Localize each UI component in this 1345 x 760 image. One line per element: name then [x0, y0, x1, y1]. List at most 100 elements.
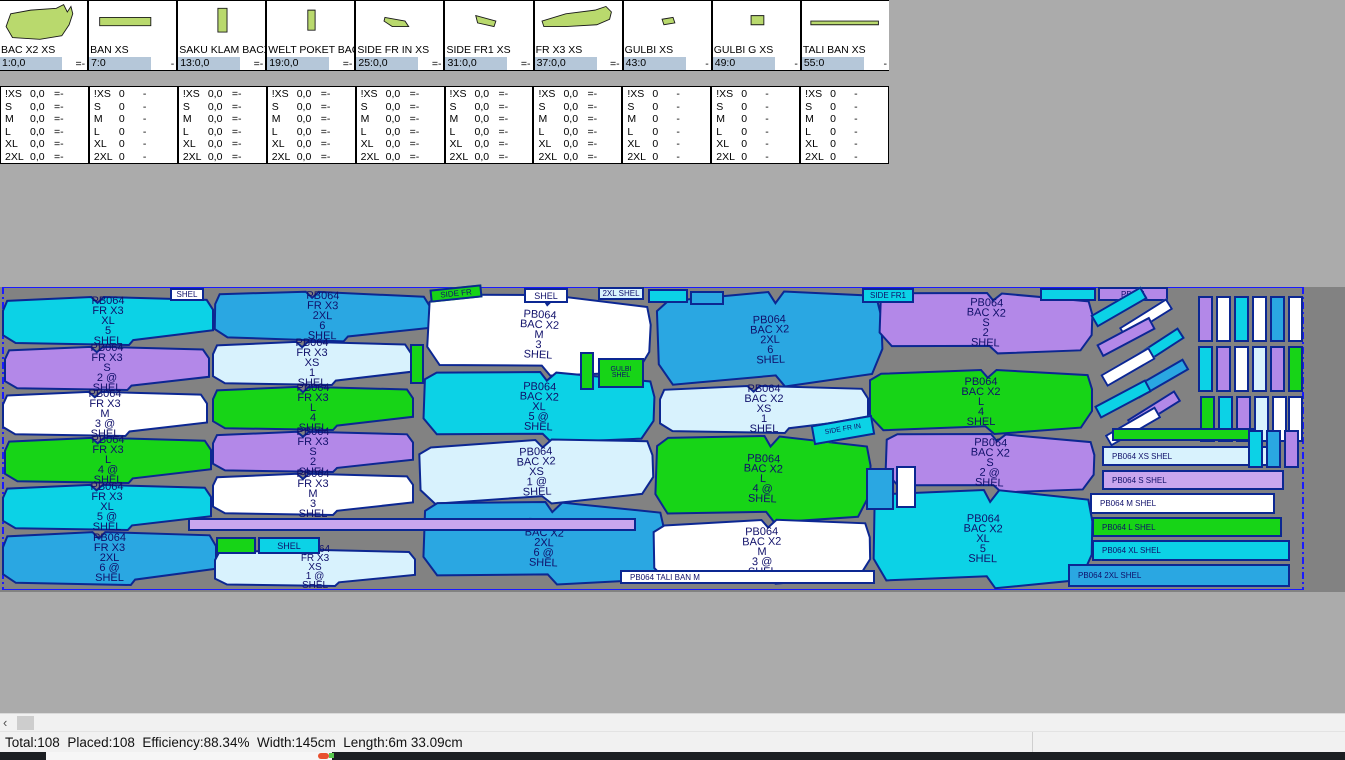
marker-piece[interactable]: PB064BAC X2L4 @SHEL	[655, 432, 872, 525]
marker-piece[interactable]	[896, 466, 916, 508]
horizontal-scrollbar[interactable]: ‹	[0, 713, 1345, 731]
marker-piece[interactable]: PB064FR X3L4 @SHEL	[5, 437, 211, 483]
size-table-cell[interactable]: !XS0,0=-S0,0=-M0,0=-L0,0=-XL0,0=-2XL0,0=…	[534, 87, 621, 163]
piece-name-label: SIDE FR IN XS	[357, 44, 444, 56]
marker-piece[interactable]: PB064FR X3M3SHEL	[213, 473, 413, 515]
piece-count-value[interactable]: 31:0,0	[445, 57, 507, 70]
marker-piece[interactable]: PB064 M SHEL	[1090, 493, 1275, 514]
marker-piece[interactable]: PB064 S SHEL	[1102, 470, 1284, 490]
marker-piece[interactable]: PB064FR X3XS1 @SHEL	[215, 549, 415, 586]
marker-piece[interactable]: PB064FR X3XL5 @SHEL	[3, 484, 211, 530]
marker-piece[interactable]: PB064BAC X2L4SHEL	[870, 370, 1092, 434]
marker-piece[interactable]	[1270, 346, 1285, 392]
marker-piece[interactable]	[1040, 288, 1096, 301]
piece-thumbnail-cell[interactable]: SAKU KLAM BACX413:0,0=-	[178, 0, 265, 70]
marker-piece[interactable]: PB064 XL SHEL	[1092, 540, 1290, 561]
marker-piece[interactable]: PB064FR X3XL5SHEL	[3, 296, 213, 345]
piece-thumbnail-cell[interactable]: BAN XS7:0-	[89, 0, 176, 70]
marker-piece[interactable]: 2XL SHEL	[598, 287, 644, 300]
marker-piece[interactable]	[1270, 296, 1285, 342]
marker-piece[interactable]	[1266, 430, 1281, 468]
marker-piece[interactable]: SHEL	[258, 537, 320, 554]
marker-piece[interactable]	[1252, 296, 1267, 342]
piece-thumbnail-cell[interactable]: WELT POKET BAC X19:0,0=-	[267, 0, 354, 70]
piece-count-value[interactable]: 43:0	[624, 57, 686, 70]
piece-count-value[interactable]: 55:0	[802, 57, 864, 70]
scroll-left-arrow-icon[interactable]: ‹	[3, 714, 7, 731]
size-table-cell[interactable]: !XS0-S0-M0-L0-XL0-2XL0-	[712, 87, 799, 163]
marker-piece[interactable]	[1234, 346, 1249, 392]
marker-piece[interactable]	[1248, 430, 1263, 468]
marker-piece[interactable]	[866, 468, 894, 510]
size-quantity-row: 2XL0-	[716, 151, 799, 164]
marker-piece[interactable]: PB064 L SHEL	[1092, 517, 1282, 537]
marker-piece[interactable]: SHEL	[170, 288, 204, 301]
size-table-cell[interactable]: !XS0,0=-S0,0=-M0,0=-L0,0=-XL0,0=-2XL0,0=…	[446, 87, 533, 163]
piece-thumbnail-cell[interactable]: GULBI G XS49:0-	[713, 0, 800, 70]
marker-piece[interactable]: PB064FR X3M3 @SHEL	[3, 391, 207, 436]
piece-thumbnail-cell[interactable]: SIDE FR1 XS31:0,0=-	[445, 0, 532, 70]
marker-piece[interactable]: PB064BAC X2S2 @SHEL	[885, 430, 1095, 495]
marker-piece[interactable]: GULBISHEL	[598, 358, 644, 388]
marker-piece[interactable]	[580, 352, 594, 390]
piece-name-label: FR X3 XS	[536, 44, 623, 56]
piece-count-value[interactable]: 1:0,0	[0, 57, 62, 70]
piece-count-value[interactable]: 37:0,0	[535, 57, 597, 70]
piece-count-row: 55:0-	[802, 57, 889, 70]
piece-thumbnail-cell[interactable]: GULBI XS43:0-	[624, 0, 711, 70]
marker-piece[interactable]	[1198, 346, 1213, 392]
size-quantity-row: !XS0-	[94, 88, 177, 101]
piece-count-value[interactable]: 13:0,0	[178, 57, 240, 70]
taskbar-window-strip[interactable]	[46, 752, 332, 760]
marker-piece[interactable]	[1288, 296, 1303, 342]
size-table-cell[interactable]: !XS0,0=-S0,0=-M0,0=-L0,0=-XL0,0=-2XL0,0=…	[1, 87, 88, 163]
marker-piece[interactable]	[1198, 296, 1213, 342]
marker-piece[interactable]: PB064 TALI BAN M	[620, 570, 875, 584]
marker-piece[interactable]	[1112, 428, 1254, 441]
taskbar[interactable]	[0, 752, 1345, 760]
size-table-cell[interactable]: !XS0-S0-M0-L0-XL0-2XL0-	[90, 87, 177, 163]
marker-piece[interactable]: PB064FR X32XL6 @SHEL	[3, 531, 216, 585]
size-quantity-row: M0,0=-	[272, 113, 355, 126]
marker-piece[interactable]: PB064BAC X2XS1 @SHEL	[419, 436, 654, 508]
marker-piece[interactable]: PB064FR X32XL6SHEL	[215, 289, 431, 343]
marker-piece[interactable]	[1252, 346, 1267, 392]
size-table-cell[interactable]: !XS0,0=-S0,0=-M0,0=-L0,0=-XL0,0=-2XL0,0=…	[357, 87, 444, 163]
size-table-cell[interactable]: !XS0-S0-M0-L0-XL0-2XL0-	[623, 87, 710, 163]
marker-piece[interactable]	[690, 291, 724, 305]
status-placed: Placed:108	[67, 735, 135, 750]
piece-thumbnail-cell[interactable]: BAC X2 XS1:0,0=-	[0, 0, 87, 70]
marker-piece[interactable]	[1284, 430, 1299, 468]
marker-piece[interactable]	[1216, 346, 1231, 392]
size-table-cell[interactable]: !XS0,0=-S0,0=-M0,0=-L0,0=-XL0,0=-2XL0,0=…	[179, 87, 266, 163]
size-quantity-row: L0-	[94, 126, 177, 139]
marker-piece[interactable]: SIDE FR1	[862, 288, 914, 303]
marker-piece[interactable]: PB064FR X3S2SHEL	[213, 431, 413, 472]
marker-piece[interactable]: PB064FR X3S2 @SHEL	[5, 346, 209, 390]
size-quantity-row: L0,0=-	[361, 126, 444, 139]
marker-piece[interactable]	[1288, 346, 1303, 392]
piece-count-value[interactable]: 25:0,0	[356, 57, 418, 70]
piece-count-value[interactable]: 19:0,0	[267, 57, 329, 70]
marker-piece[interactable]: SHEL	[524, 288, 568, 303]
marker-piece[interactable]: PB064FR X3L4SHEL	[213, 386, 413, 430]
marker-piece[interactable]: PB064 2XL SHEL	[1068, 564, 1290, 587]
marker-piece[interactable]: PB064FR X3XS1SHEL	[213, 341, 411, 385]
marker-piece[interactable]	[410, 344, 424, 384]
piece-thumbnail-cell[interactable]: FR X3 XS37:0,0=-	[535, 0, 622, 70]
piece-count-value[interactable]: 7:0	[89, 57, 151, 70]
size-quantity-row: L0,0=-	[183, 126, 266, 139]
piece-thumbnail-cell[interactable]: TALI BAN XS55:0-	[802, 0, 889, 70]
piece-shape-icon	[89, 1, 176, 43]
marker-nesting-area[interactable]: PB064FR X3XL5SHELPB064FR X32XL6SHELPB064…	[0, 287, 1345, 592]
marker-piece[interactable]	[216, 537, 256, 554]
piece-thumbnail-cell[interactable]: SIDE FR IN XS25:0,0=-	[356, 0, 443, 70]
marker-piece[interactable]	[1234, 296, 1249, 342]
scrollbar-thumb[interactable]	[17, 716, 34, 730]
piece-count-value[interactable]: 49:0	[713, 57, 775, 70]
marker-piece[interactable]	[1216, 296, 1231, 342]
marker-piece[interactable]	[188, 518, 636, 531]
marker-piece[interactable]	[648, 289, 688, 303]
size-table-cell[interactable]: !XS0-S0-M0-L0-XL0-2XL0-	[801, 87, 888, 163]
size-table-cell[interactable]: !XS0,0=-S0,0=-M0,0=-L0,0=-XL0,0=-2XL0,0=…	[268, 87, 355, 163]
